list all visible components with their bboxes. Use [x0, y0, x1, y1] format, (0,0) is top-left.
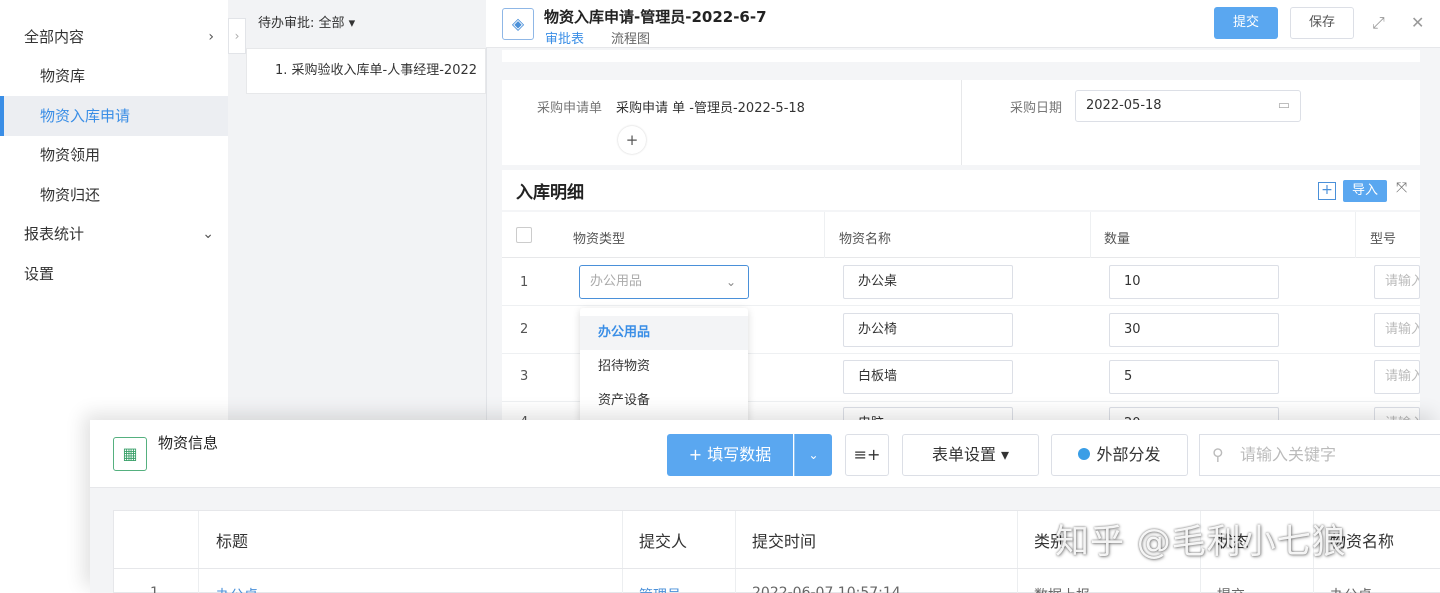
- column-header-submitter: 提交人: [639, 532, 688, 551]
- add-purchase-button[interactable]: +: [618, 126, 646, 154]
- external-distribute-label: 外部分发: [1096, 445, 1161, 464]
- fill-data-dropdown[interactable]: ⌄: [794, 434, 832, 476]
- material-type-select[interactable]: 办公用品 ⌄: [579, 265, 749, 299]
- sidebar-item-label: 全部内容: [24, 28, 85, 46]
- external-distribute-button[interactable]: 外部分发: [1051, 434, 1188, 476]
- sidebar-item-settings[interactable]: 设置: [0, 254, 228, 294]
- row-number: 3: [520, 369, 529, 384]
- chevron-down-icon: ⌄: [725, 275, 736, 289]
- column-toggle-icon[interactable]: ≡+: [845, 434, 889, 476]
- dropdown-option[interactable]: 招待物资: [580, 350, 748, 384]
- chevron-right-icon: ›: [208, 29, 214, 45]
- sidebar-item-label: 物资领用: [40, 146, 101, 164]
- material-name-value: 办公桌: [1330, 585, 1372, 593]
- dropdown-option[interactable]: 办公用品: [580, 316, 748, 350]
- purchase-date-label: 采购日期: [1010, 101, 1063, 116]
- approval-list-item[interactable]: 1. 采购验收入库单-人事经理-2022: [246, 48, 486, 94]
- import-button[interactable]: 导入: [1343, 180, 1387, 202]
- submit-time: 2022-06-07 10:57:14: [752, 585, 901, 593]
- status-value: 提交: [1217, 585, 1245, 593]
- section-title: 入库明细: [516, 183, 584, 203]
- sidebar-item-material-use[interactable]: 物资领用: [0, 135, 228, 175]
- search-icon: ⚲: [1212, 445, 1224, 464]
- material-type-dropdown: 办公用品 招待物资 资产设备: [580, 308, 748, 424]
- header-divider: [114, 568, 1440, 569]
- material-name-input[interactable]: 白板墙: [843, 360, 1013, 394]
- purchase-date-value: 2022-05-18: [1086, 98, 1162, 113]
- form-settings-button[interactable]: 表单设置 ▾: [902, 434, 1039, 476]
- sidebar-item-reports[interactable]: 报表统计 ⌄: [0, 214, 228, 254]
- column-header-model: 型号: [1370, 232, 1397, 247]
- submitter-link[interactable]: 管理员: [639, 585, 681, 593]
- submit-button[interactable]: 提交: [1214, 7, 1278, 39]
- row-number: 1: [150, 585, 159, 593]
- search-input[interactable]: ⚲ 请输入关键字: [1199, 434, 1440, 476]
- fullscreen-icon[interactable]: ⤧: [1396, 180, 1407, 196]
- select-all-checkbox[interactable]: [516, 227, 532, 243]
- watermark: 知乎 @毛利小七狼: [1055, 522, 1347, 562]
- maximize-icon[interactable]: ⤢: [1372, 13, 1385, 33]
- row-number: 2: [520, 322, 529, 337]
- fill-data-button[interactable]: + 填写数据: [667, 434, 793, 476]
- purchase-date-input[interactable]: 2022-05-18 ▭: [1075, 90, 1301, 122]
- material-type-value: 办公用品: [590, 274, 643, 289]
- purchase-request-label: 采购申请单: [537, 101, 603, 116]
- column-header-type: 物资类型: [573, 232, 626, 247]
- collapse-handle[interactable]: ›: [228, 18, 246, 54]
- save-button[interactable]: 保存: [1290, 7, 1354, 39]
- calendar-icon: ▭: [1277, 98, 1290, 113]
- quantity-input[interactable]: 5: [1109, 360, 1279, 394]
- sidebar-item-label: 物资入库申请: [40, 107, 131, 125]
- material-name-input[interactable]: 办公椅: [843, 313, 1013, 347]
- sidebar-item-inbound-request[interactable]: 物资入库申请: [0, 96, 228, 136]
- sidebar-item-material-library[interactable]: 物资库: [0, 56, 228, 96]
- status-dot-icon: [1078, 447, 1091, 460]
- model-input[interactable]: 请输入: [1374, 313, 1420, 347]
- chevron-down-icon: ⌄: [202, 226, 214, 242]
- table-icon: ▦: [113, 437, 147, 471]
- approval-filter[interactable]: 待办审批: 全部 ▾: [258, 12, 355, 31]
- record-title-link[interactable]: 办公桌: [216, 585, 258, 593]
- sidebar-item-label: 设置: [24, 265, 55, 283]
- dropdown-option[interactable]: 资产设备: [580, 384, 748, 418]
- quantity-input[interactable]: 10: [1109, 265, 1279, 299]
- column-divider: [735, 511, 736, 593]
- category-value: 数据上报: [1034, 585, 1090, 593]
- material-name-input[interactable]: 办公桌: [843, 265, 1013, 299]
- form-top-strip: [502, 50, 1420, 62]
- detail-section-header: [502, 170, 1420, 210]
- sidebar-item-material-return[interactable]: 物资归还: [0, 175, 228, 215]
- column-header-title: 标题: [216, 532, 249, 551]
- tab-flowchart[interactable]: 流程图: [611, 28, 650, 47]
- column-divider: [198, 511, 199, 593]
- model-input[interactable]: 请输入: [1374, 265, 1420, 299]
- column-header-submit-time: 提交时间: [752, 532, 817, 551]
- column-header-name: 物资名称: [839, 232, 892, 247]
- add-row-icon[interactable]: +: [1318, 182, 1336, 200]
- model-input[interactable]: 请输入: [1374, 360, 1420, 394]
- sidebar-item-all-content[interactable]: 全部内容 ›: [0, 17, 228, 57]
- page-title: 物资入库申请-管理员-2022-6-7: [544, 8, 767, 26]
- sidebar-item-label: 物资库: [40, 67, 86, 85]
- row-number: 1: [520, 275, 529, 290]
- detail-table-header: [502, 212, 1420, 258]
- quantity-input[interactable]: 30: [1109, 313, 1279, 347]
- close-icon[interactable]: ✕: [1411, 13, 1424, 32]
- layers-icon: ◈: [502, 8, 534, 40]
- tab-approval-form[interactable]: 审批表: [545, 28, 584, 47]
- sidebar-item-label: 物资归还: [40, 186, 101, 204]
- purchase-request-value[interactable]: 采购申请 单 -管理员-2022-5-18: [616, 97, 805, 116]
- sidebar-item-label: 报表统计: [24, 225, 85, 243]
- column-divider: [1017, 511, 1018, 593]
- window-title: 物资信息: [158, 434, 219, 452]
- form-divider: [961, 80, 962, 165]
- column-header-quantity: 数量: [1104, 232, 1131, 247]
- column-divider: [622, 511, 623, 593]
- search-placeholder: 请输入关键字: [1240, 445, 1337, 464]
